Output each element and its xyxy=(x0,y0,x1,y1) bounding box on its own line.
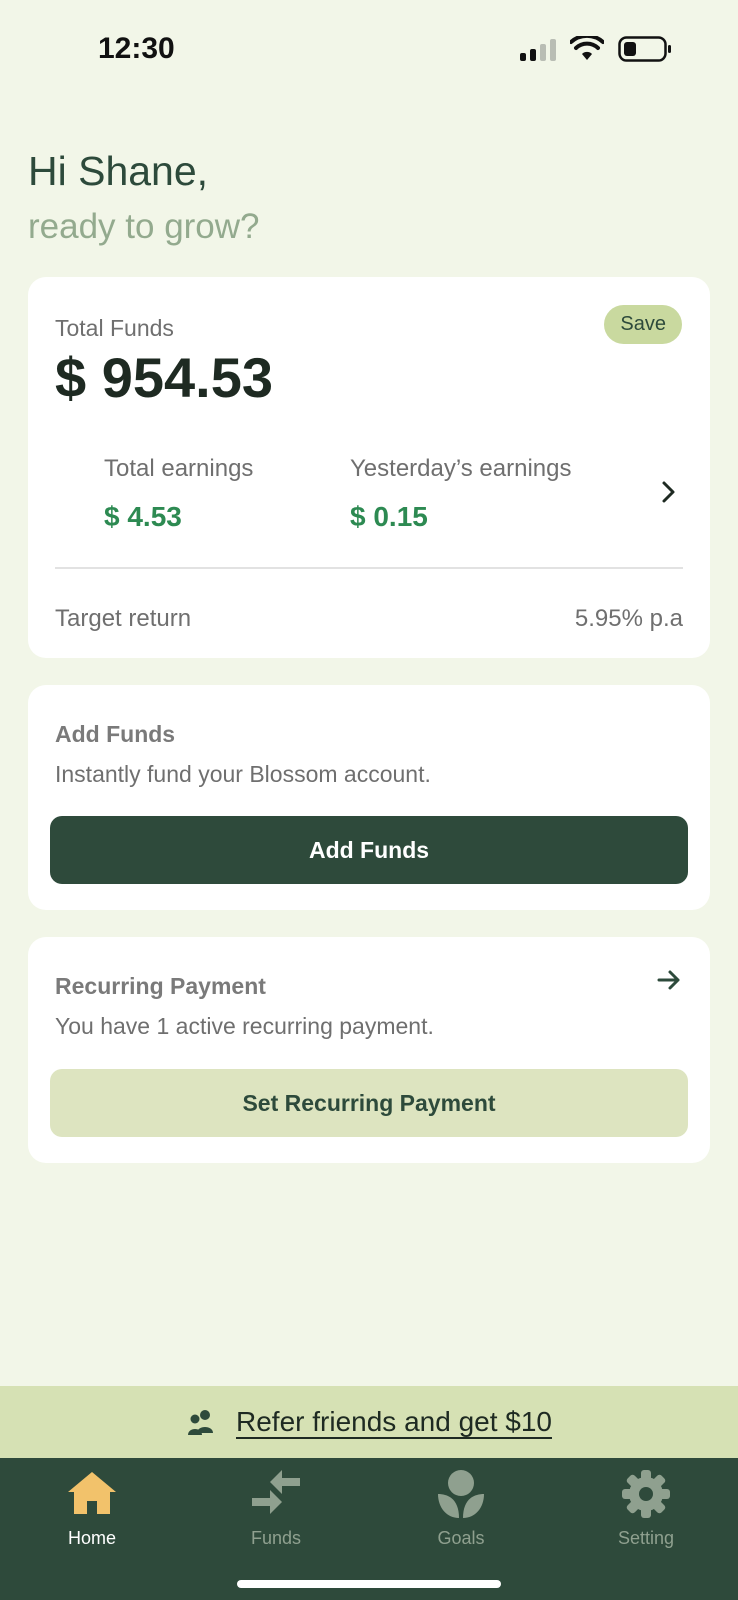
add-funds-button[interactable]: Add Funds xyxy=(50,816,688,884)
total-earnings-value: $ 4.53 xyxy=(104,501,182,532)
battery-icon xyxy=(618,36,671,62)
nav-label-setting: Setting xyxy=(617,1528,675,1548)
transfer-icon xyxy=(252,1470,300,1514)
total-funds-card: Total Funds $ 954.53 Save Total earnings… xyxy=(28,277,710,658)
total-earnings-label: Total earnings xyxy=(104,455,254,482)
cellular-signal-icon xyxy=(520,37,556,61)
wifi-icon xyxy=(570,36,604,60)
save-badge[interactable]: Save xyxy=(604,305,682,344)
greeting-title: Hi Shane, xyxy=(28,148,209,194)
nav-item-setting[interactable]: Setting xyxy=(586,1468,706,1549)
plant-icon xyxy=(438,1470,484,1518)
nav-item-goals[interactable]: Goals xyxy=(401,1468,521,1549)
nav-label-home: Home xyxy=(67,1528,116,1548)
add-funds-description: Instantly fund your Blossom account. xyxy=(55,761,431,787)
target-return-label: Target return xyxy=(55,605,192,632)
yesterday-earnings: Yesterday’s earnings $ 0.15 xyxy=(350,455,571,533)
greeting-subtitle: ready to grow? xyxy=(28,207,260,246)
divider xyxy=(55,567,683,569)
gear-icon xyxy=(622,1470,670,1518)
recurring-payment-description: You have 1 active recurring payment. xyxy=(55,1013,434,1039)
arrow-right-icon[interactable] xyxy=(656,967,682,993)
chevron-right-icon[interactable] xyxy=(656,480,680,504)
status-icons xyxy=(520,36,672,62)
recurring-payment-title: Recurring Payment xyxy=(55,973,266,999)
status-bar: 12:30 xyxy=(0,0,738,100)
referral-banner[interactable]: Refer friends and get $10 xyxy=(0,1386,738,1458)
add-funds-card: Add Funds Instantly fund your Blossom ac… xyxy=(28,685,710,910)
people-icon xyxy=(188,1410,213,1435)
total-funds-amount: $ 954.53 xyxy=(55,346,273,409)
total-earnings: Total earnings $ 4.53 xyxy=(104,455,253,533)
add-funds-title: Add Funds xyxy=(55,721,176,747)
nav-item-funds[interactable]: Funds xyxy=(216,1468,336,1549)
home-icon xyxy=(68,1472,116,1514)
total-funds-label: Total Funds xyxy=(55,315,174,341)
nav-label-funds: Funds xyxy=(250,1528,302,1548)
greeting: Hi Shane, ready to grow? xyxy=(28,148,260,247)
recurring-payment-card: Recurring Payment You have 1 active recu… xyxy=(28,937,710,1163)
nav-item-home[interactable]: Home xyxy=(32,1468,152,1549)
yesterday-earnings-value: $ 0.15 xyxy=(350,501,428,532)
status-time: 12:30 xyxy=(98,32,175,65)
referral-link[interactable]: Refer friends and get $10 xyxy=(236,1406,552,1438)
home-indicator xyxy=(237,1580,501,1588)
nav-label-goals: Goals xyxy=(437,1528,485,1548)
bottom-nav: Home Funds Goals Setting xyxy=(0,1458,738,1600)
set-recurring-payment-button[interactable]: Set Recurring Payment xyxy=(50,1069,688,1137)
target-return-value: 5.95% p.a xyxy=(574,605,683,632)
yesterday-earnings-label: Yesterday’s earnings xyxy=(350,455,572,482)
